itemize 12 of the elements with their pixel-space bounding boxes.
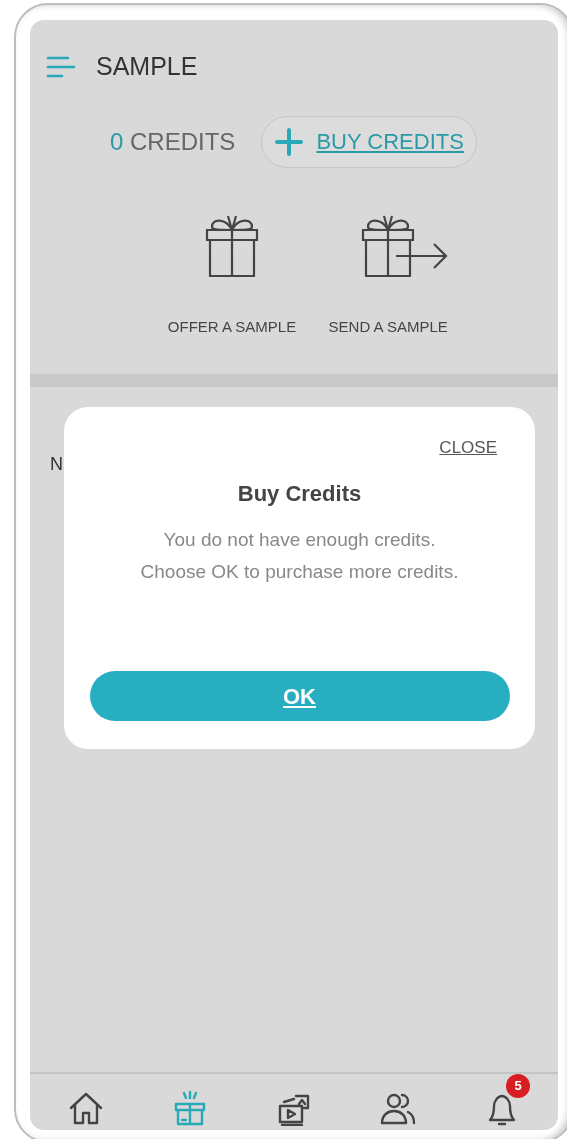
dialog-message: You do not have enough credits. xyxy=(163,527,436,552)
dialog-title: Buy Credits xyxy=(237,479,362,508)
close-link[interactable]: CLOSE xyxy=(439,435,497,461)
dialog-message: Choose OK to purchase more credits. xyxy=(140,559,459,584)
nav-tab[interactable]: 5 xyxy=(470,1074,534,1128)
credit-balance: 0 CREDITS xyxy=(110,126,236,157)
page-title: SAMPLE xyxy=(96,51,198,82)
list-text: N xyxy=(50,453,63,476)
action-label[interactable]: SEND A SAMPLE xyxy=(328,315,448,338)
notification-badge: 5 xyxy=(506,1074,530,1098)
plus-icon xyxy=(274,126,305,157)
action-label[interactable]: OFFER A SAMPLE xyxy=(167,315,297,338)
